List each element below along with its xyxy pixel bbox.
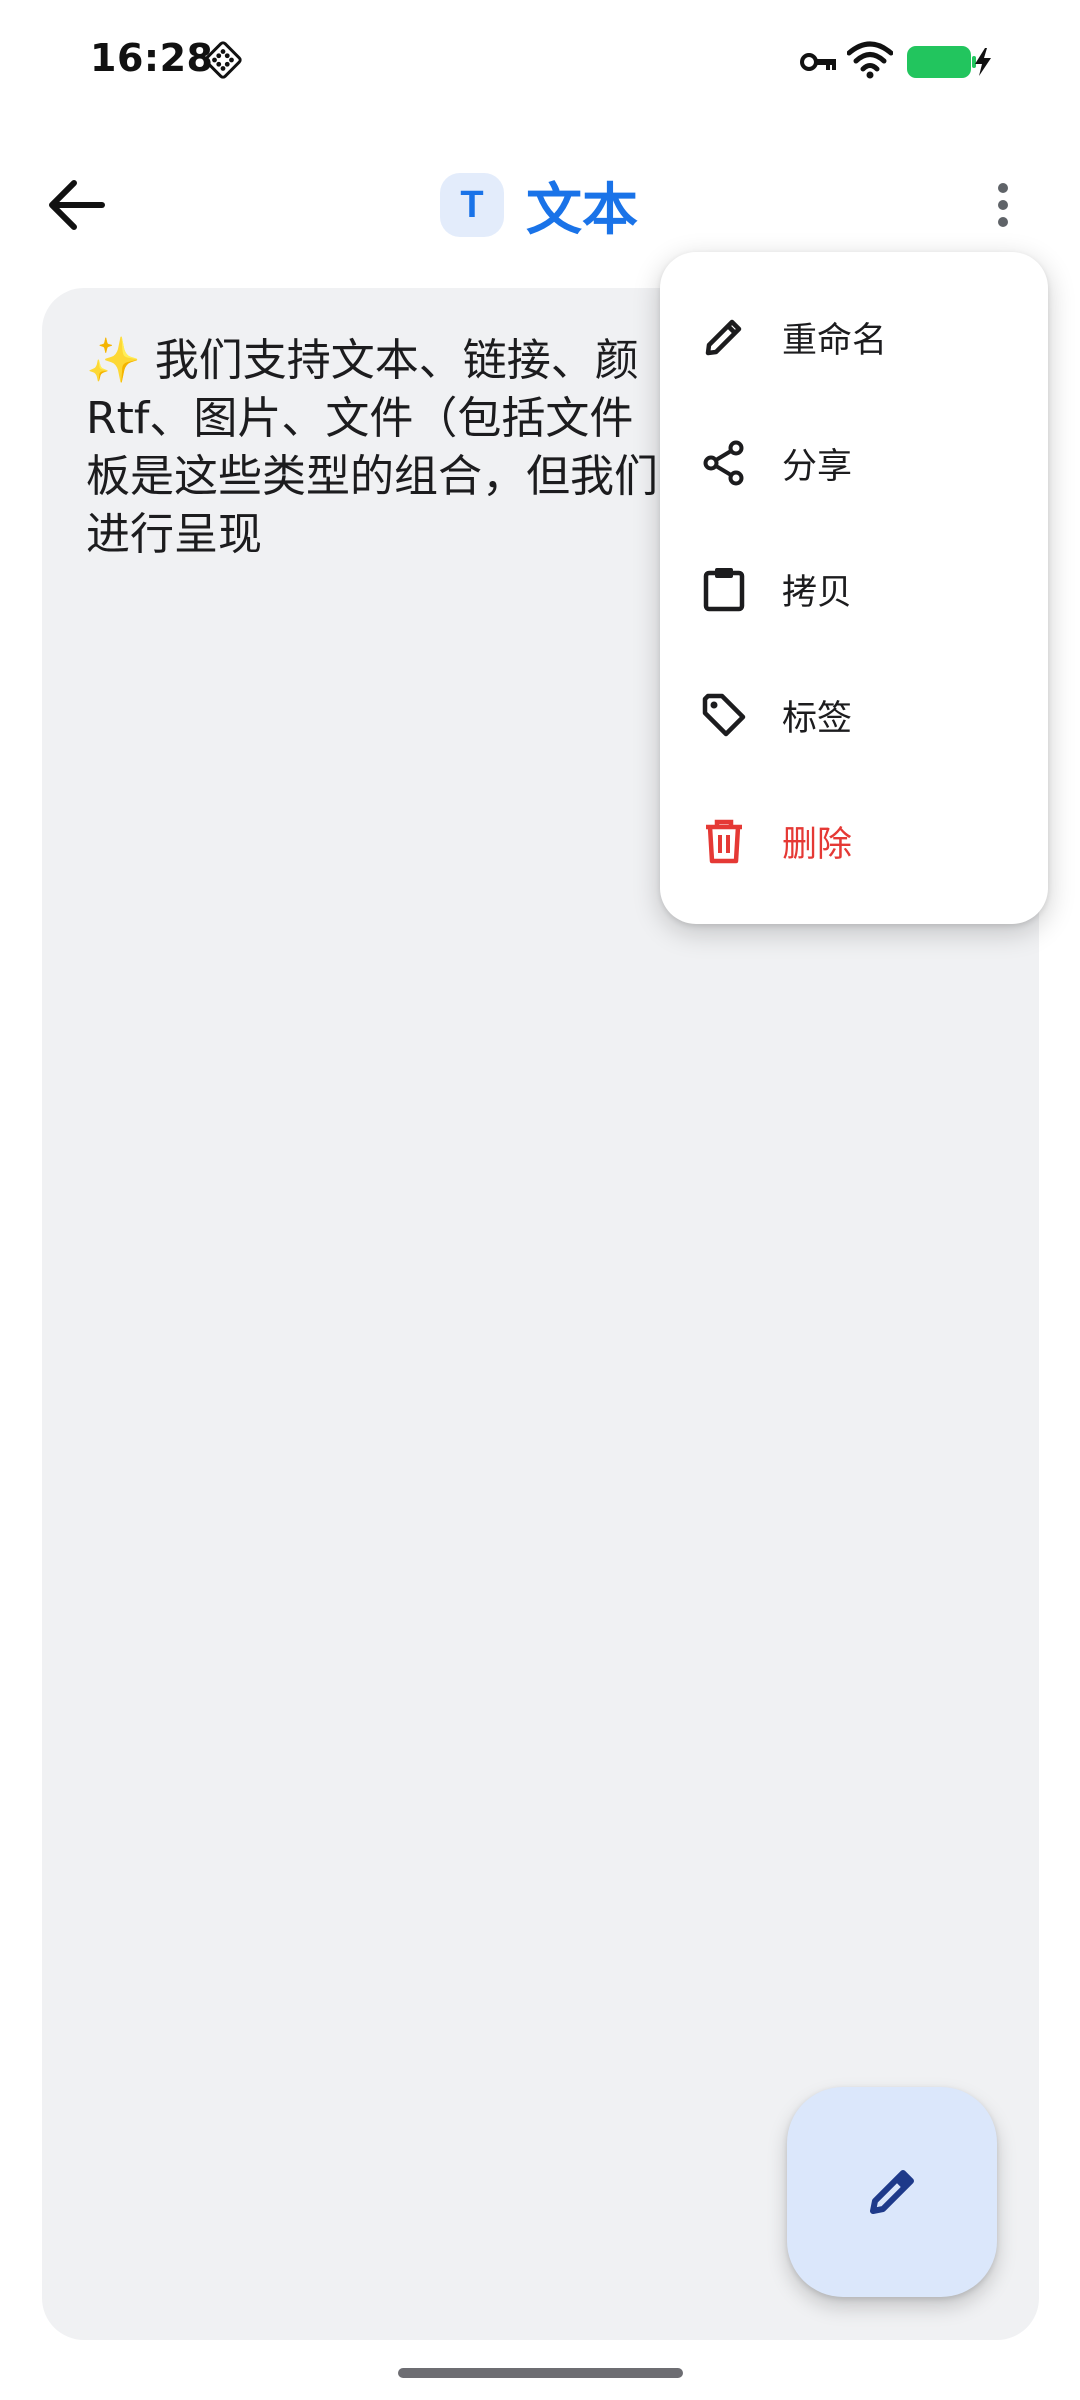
text-type-badge: T <box>440 173 504 237</box>
notification-icon <box>204 41 242 79</box>
menu-item-copy[interactable]: 拷贝 <box>660 526 1048 652</box>
edit-fab[interactable] <box>787 2087 997 2297</box>
home-indicator[interactable] <box>398 2368 683 2378</box>
status-bar: 16:28 <box>0 0 1080 120</box>
menu-item-tags[interactable]: 标签 <box>660 652 1048 778</box>
menu-item-share[interactable]: 分享 <box>660 400 1048 526</box>
menu-label-share: 分享 <box>782 446 853 487</box>
menu-label-tags: 标签 <box>782 698 853 739</box>
app-screen: 16:28 T 文本 ✨ 我们支持文本、链接、颜 Rtf、图片、文件（包括文件 … <box>0 0 1080 2400</box>
page-title: 文本 <box>526 177 638 243</box>
back-button[interactable] <box>36 170 116 240</box>
status-time: 16:28 <box>90 36 214 80</box>
more-options-button[interactable] <box>978 170 1028 240</box>
wifi-icon <box>847 41 893 79</box>
battery-charging-icon <box>907 46 991 78</box>
pencil-icon <box>700 313 748 361</box>
trash-icon <box>700 817 748 865</box>
more-vertical-icon <box>998 183 1008 227</box>
share-icon <box>700 439 748 487</box>
edit-pencil-icon <box>870 2170 914 2214</box>
title-group: T 文本 <box>440 170 638 243</box>
overflow-menu: 重命名 分享 拷贝 标签 删除 <box>660 252 1048 924</box>
menu-label-rename: 重命名 <box>782 320 888 361</box>
menu-label-copy: 拷贝 <box>782 572 853 613</box>
tag-icon <box>700 691 748 739</box>
arrow-left-icon <box>49 180 105 230</box>
menu-label-delete: 删除 <box>782 824 853 865</box>
clipboard-icon <box>700 565 748 613</box>
menu-item-rename[interactable]: 重命名 <box>660 274 1048 400</box>
app-bar: T 文本 <box>0 150 1080 260</box>
vpn-key-icon <box>800 53 836 71</box>
menu-item-delete[interactable]: 删除 <box>660 778 1048 904</box>
